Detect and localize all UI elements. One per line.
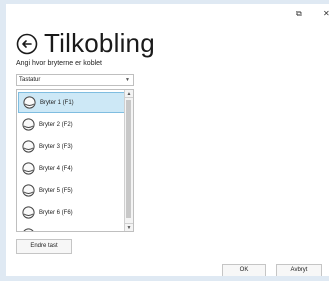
switch-knob-icon <box>22 162 35 175</box>
switch-knob-icon <box>22 206 35 219</box>
switch-list-item[interactable]: Bryter 5 (F5) <box>18 180 126 201</box>
switch-list-items: Bryter 1 (F1) Bryter 2 (F2) Bryter 3 (F3) B… <box>18 92 126 233</box>
switch-label: Bryter 7 (F7) <box>39 232 73 233</box>
connection-type-dropdown[interactable]: Tastatur ▼ <box>16 74 134 86</box>
close-icon[interactable]: ✕ <box>323 9 329 18</box>
switch-list-item[interactable]: Bryter 6 (F6) <box>18 202 126 223</box>
switch-list-item[interactable]: Bryter 4 (F4) <box>18 158 126 179</box>
dropdown-value: Tastatur <box>19 77 41 83</box>
window-frame-bottom <box>0 276 329 281</box>
switch-label: Bryter 5 (F5) <box>39 187 73 194</box>
chevron-down-icon: ▼ <box>125 77 130 83</box>
scroll-down-icon[interactable]: ▼ <box>125 223 133 231</box>
back-arrow-icon[interactable] <box>16 33 38 55</box>
switch-list[interactable]: Bryter 1 (F1) Bryter 2 (F2) Bryter 3 (F3) B… <box>16 89 134 232</box>
switch-knob-icon <box>22 118 35 131</box>
scroll-up-icon[interactable]: ▲ <box>125 90 133 98</box>
page-title: Tilkobling <box>44 28 155 58</box>
scrollbar[interactable]: ▲ ▼ <box>124 90 133 231</box>
switch-knob-icon <box>22 140 35 153</box>
switch-list-item[interactable]: Bryter 3 (F3) <box>18 136 126 157</box>
switch-label: Bryter 4 (F4) <box>39 165 73 172</box>
switch-list-item[interactable]: Bryter 1 (F1) <box>18 92 126 113</box>
switch-label: Bryter 6 (F6) <box>39 209 73 216</box>
switch-knob-icon <box>22 228 35 231</box>
change-key-button[interactable]: Endre tast <box>16 239 72 254</box>
switch-label: Bryter 1 (F1) <box>40 99 74 106</box>
switch-label: Bryter 2 (F2) <box>39 121 73 128</box>
switch-label: Bryter 3 (F3) <box>39 143 73 150</box>
restore-icon[interactable]: ⧉ <box>296 9 302 19</box>
scrollbar-thumb[interactable] <box>126 100 131 218</box>
window-frame-top <box>0 0 329 4</box>
cancel-button[interactable]: Avbryt <box>276 264 322 276</box>
ok-button[interactable]: OK <box>222 264 266 276</box>
switch-knob-icon <box>23 96 36 109</box>
page-header: Tilkobling <box>16 28 155 59</box>
switch-list-item[interactable]: Bryter 2 (F2) <box>18 114 126 135</box>
switch-list-item[interactable]: Bryter 7 (F7) <box>18 224 126 233</box>
page-subtitle: Angi hvor bryterne er koblet <box>16 60 102 67</box>
window-frame-left <box>0 0 6 281</box>
switch-knob-icon <box>22 184 35 197</box>
